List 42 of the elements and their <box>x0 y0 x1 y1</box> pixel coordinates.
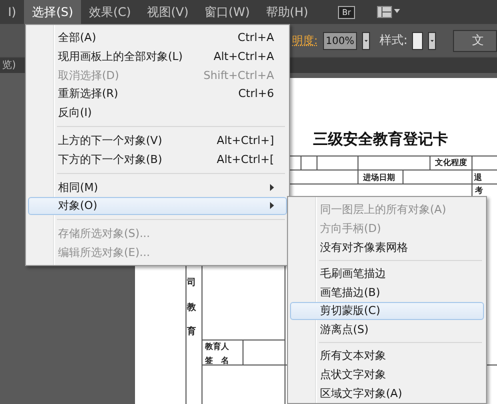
dropdown-icon[interactable] <box>428 32 436 50</box>
menu-item[interactable]: 上方的下一个对象(V) Alt+Ctrl+] <box>28 131 287 150</box>
menu-item[interactable]: 全部(A) Ctrl+A <box>28 28 287 47</box>
menu-item[interactable]: 所有文本对象 <box>290 346 484 366</box>
submenu-arrow-icon <box>270 202 274 210</box>
menu-item[interactable]: 毛刷画笔描边 <box>290 264 484 283</box>
document-tab[interactable]: 览) <box>2 60 16 71</box>
document-button[interactable]: 文 <box>453 30 497 52</box>
menu-bar-item[interactable]: 效果(C) <box>81 0 139 24</box>
menu-item[interactable]: 剪切蒙版(C) <box>290 302 484 320</box>
menu-item[interactable]: 游离点(S) <box>290 320 484 340</box>
menu-item[interactable]: 对象(O) <box>28 196 287 216</box>
menu-item[interactable]: 下方的下一个对象(B) Alt+Ctrl+[ <box>28 150 287 169</box>
opacity-label: 明度: <box>292 33 318 48</box>
menu-bar-item[interactable]: 选择(S) <box>24 0 82 24</box>
style-swatch[interactable] <box>412 32 423 50</box>
menu-item[interactable]: 重新选择(R) Ctrl+6 <box>28 84 287 104</box>
table-cell-text: 退 <box>474 172 482 184</box>
opacity-field[interactable]: 100% <box>322 32 358 50</box>
menu-item[interactable]: 点状文字对象 <box>290 365 484 384</box>
menu-item[interactable]: 没有对齐像素网格 <box>290 238 484 257</box>
menu-item[interactable]: 相同(M) <box>28 178 287 197</box>
menu-item[interactable]: 画笔描边(B) <box>290 282 484 302</box>
menu-bar-item[interactable]: I) <box>0 0 24 24</box>
menu-item[interactable]: 反向(I) <box>28 103 287 122</box>
table-cell-text: 文化程度 <box>435 157 467 169</box>
table-cell-text: 签 名 <box>205 355 229 367</box>
submenu-arrow-icon <box>270 184 274 191</box>
document-title: 三级安全教育登记卡 <box>313 130 448 149</box>
menu-bar-item[interactable]: 窗口(W) <box>196 0 258 24</box>
table-cell-text: 司教育 <box>187 276 196 339</box>
table-cell-text: 考 <box>475 185 483 197</box>
dropdown-icon[interactable] <box>362 32 370 50</box>
menu-bar-item[interactable]: 视图(V) <box>138 0 197 24</box>
table-cell-text: 教育人 <box>205 341 229 353</box>
menu-item[interactable]: 现用画板上的全部对象(L) Alt+Ctrl+A <box>28 46 287 66</box>
table-cell-text: 进场日期 <box>363 172 395 184</box>
bridge-button[interactable]: Br <box>338 6 355 18</box>
layout-icon[interactable] <box>376 6 401 18</box>
menu-item[interactable]: 区域文字对象(A) <box>290 384 484 403</box>
style-label: 样式: <box>379 32 408 49</box>
menu-bar-item[interactable]: 帮助(H) <box>258 0 316 24</box>
